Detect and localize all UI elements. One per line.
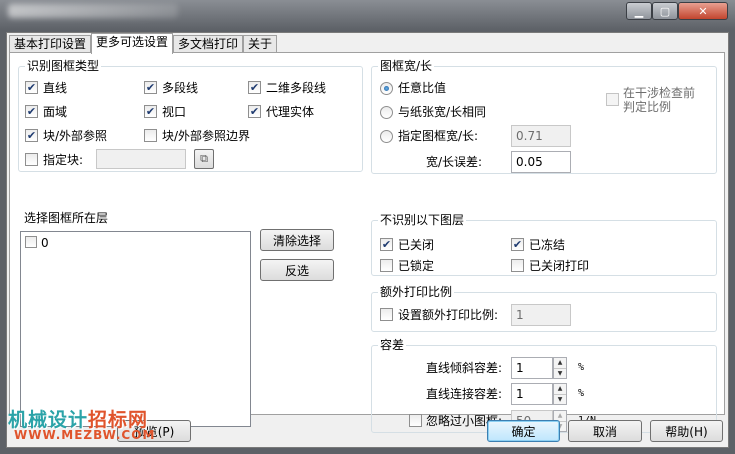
checkbox-2d-polyline-label: 二维多段线 bbox=[266, 81, 327, 95]
checkbox-block-xref-label: 块/外部参照 bbox=[43, 129, 108, 143]
tab-strip: 基本打印设置 更多可选设置 多文档打印 关于 bbox=[9, 33, 278, 54]
checkbox-layer-0[interactable] bbox=[25, 236, 37, 248]
checkbox-specify-block[interactable] bbox=[25, 153, 38, 166]
dialog-window: ▁ ▢ ✕ 基本打印设置 更多可选设置 多文档打印 关于 识别图框类型 ✔ 直线… bbox=[0, 0, 735, 454]
frame-types-group: 识别图框类型 ✔ 直线 ✔ 多段线 ✔ 二维多段线 ✔ 面域 ✔ 视口 ✔ 代理… bbox=[18, 59, 363, 172]
maximize-button[interactable]: ▢ bbox=[652, 2, 678, 20]
radio-any-ratio-label: 任意比值 bbox=[398, 81, 447, 95]
checkbox-region[interactable]: ✔ bbox=[25, 105, 38, 118]
checkbox-layer-frozen-label: 已冻结 bbox=[529, 238, 566, 252]
spin-up-icon[interactable]: ▲ bbox=[554, 384, 566, 395]
ignore-layers-title: 不识别以下图层 bbox=[378, 213, 467, 227]
spin-up-icon[interactable]: ▲ bbox=[554, 358, 566, 369]
specify-block-label: 指定块: bbox=[43, 153, 84, 167]
checkbox-layer-locked-label: 已锁定 bbox=[398, 259, 435, 273]
checkbox-viewport-label: 视口 bbox=[162, 105, 187, 119]
line-tilt-field[interactable]: 1 bbox=[511, 357, 553, 379]
extra-scale-group: 额外打印比例 设置额外打印比例: 1 bbox=[371, 285, 717, 332]
watermark-url: WWW.MEZBW.COM bbox=[14, 428, 156, 442]
help-button[interactable]: 帮助(H) bbox=[650, 420, 723, 442]
checkbox-polyline[interactable]: ✔ bbox=[144, 81, 157, 94]
spin-down-icon[interactable]: ▼ bbox=[554, 369, 566, 379]
frame-ratio-group: 图框宽/长 任意比值 与纸张宽/长相同 指定图框宽/长: 0.71 在干涉检查前… bbox=[371, 59, 717, 174]
extra-scale-field[interactable]: 1 bbox=[511, 304, 571, 326]
checkbox-layer-noplot[interactable] bbox=[511, 259, 524, 272]
ratio-value-field[interactable]: 0.71 bbox=[511, 125, 571, 147]
checkbox-extra-scale[interactable] bbox=[380, 308, 393, 321]
line-join-spinner[interactable]: ▲ ▼ bbox=[553, 383, 567, 405]
checkbox-layer-noplot-label: 已关闭打印 bbox=[529, 259, 590, 273]
layers-title: 选择图框所在层 bbox=[22, 211, 111, 225]
title-bar: ▁ ▢ ✕ bbox=[0, 0, 735, 24]
line-tilt-spinner[interactable]: ▲ ▼ bbox=[553, 357, 567, 379]
checkbox-line[interactable]: ✔ bbox=[25, 81, 38, 94]
invert-selection-button[interactable]: 反选 bbox=[260, 259, 334, 281]
checkbox-block-xref[interactable]: ✔ bbox=[25, 129, 38, 142]
line-tilt-label: 直线倾斜容差: bbox=[426, 361, 503, 375]
line-join-label: 直线连接容差: bbox=[426, 387, 503, 401]
layer-0-label: 0 bbox=[41, 236, 49, 250]
ratio-error-label: 宽/长误差: bbox=[426, 155, 483, 169]
minimize-button[interactable]: ▁ bbox=[626, 2, 652, 20]
checkbox-layer-frozen[interactable]: ✔ bbox=[511, 238, 524, 251]
radio-specify-ratio[interactable] bbox=[380, 130, 393, 143]
spin-down-icon[interactable]: ▼ bbox=[554, 395, 566, 405]
ok-button[interactable]: 确定 bbox=[487, 420, 560, 442]
extra-scale-title: 额外打印比例 bbox=[378, 285, 455, 299]
tolerance-title: 容差 bbox=[378, 338, 407, 352]
blurred-title bbox=[8, 4, 178, 18]
radio-same-as-paper[interactable] bbox=[380, 106, 393, 119]
checkbox-viewport[interactable]: ✔ bbox=[144, 105, 157, 118]
cancel-button[interactable]: 取消 bbox=[568, 420, 642, 442]
tab-panel-more-options: 识别图框类型 ✔ 直线 ✔ 多段线 ✔ 二维多段线 ✔ 面域 ✔ 视口 ✔ 代理… bbox=[9, 52, 725, 433]
checkbox-block-xref-boundary-label: 块/外部参照边界 bbox=[162, 129, 251, 143]
specify-block-field[interactable] bbox=[96, 149, 186, 169]
checkbox-interference-check[interactable] bbox=[606, 93, 619, 106]
checkbox-polyline-label: 多段线 bbox=[162, 81, 199, 95]
checkbox-layer-off[interactable]: ✔ bbox=[380, 238, 393, 251]
frame-ratio-title: 图框宽/长 bbox=[378, 59, 435, 73]
radio-any-ratio[interactable] bbox=[380, 82, 393, 95]
list-item[interactable]: 0 bbox=[25, 236, 85, 250]
checkbox-layer-off-label: 已关闭 bbox=[398, 238, 435, 252]
checkbox-proxy-entity-label: 代理实体 bbox=[266, 105, 315, 119]
layer-list[interactable]: 0 bbox=[20, 231, 251, 427]
checkbox-ignore-small[interactable] bbox=[409, 414, 422, 427]
tab-basic-print-settings[interactable]: 基本打印设置 bbox=[9, 35, 92, 53]
line-join-field[interactable]: 1 bbox=[511, 383, 553, 405]
line-join-unit: % bbox=[578, 388, 585, 399]
checkbox-line-label: 直线 bbox=[43, 81, 68, 95]
close-icon: ✕ bbox=[698, 4, 708, 18]
pick-block-button[interactable]: ⧉ bbox=[194, 149, 214, 169]
tab-about[interactable]: 关于 bbox=[243, 35, 278, 53]
line-tilt-unit: % bbox=[578, 362, 585, 373]
radio-specify-ratio-label: 指定图框宽/长: bbox=[398, 129, 479, 143]
pick-block-icon: ⧉ bbox=[200, 152, 208, 165]
extra-scale-label: 设置额外打印比例: bbox=[398, 308, 499, 322]
checkbox-2d-polyline[interactable]: ✔ bbox=[248, 81, 261, 94]
maximize-icon: ▢ bbox=[659, 4, 671, 18]
interference-check-label: 在干涉检查前判定比例 bbox=[623, 86, 696, 114]
frame-types-title: 识别图框类型 bbox=[25, 59, 102, 73]
checkbox-layer-locked[interactable] bbox=[380, 259, 393, 272]
checkbox-block-xref-boundary[interactable] bbox=[144, 129, 157, 142]
dialog-client-area: 基本打印设置 更多可选设置 多文档打印 关于 识别图框类型 ✔ 直线 ✔ 多段线… bbox=[6, 32, 729, 448]
ignore-layers-group: 不识别以下图层 ✔ 已关闭 ✔ 已冻结 已锁定 已关闭打印 bbox=[371, 213, 717, 276]
checkbox-region-label: 面域 bbox=[43, 105, 68, 119]
tab-more-options[interactable]: 更多可选设置 bbox=[91, 33, 174, 54]
radio-same-as-paper-label: 与纸张宽/长相同 bbox=[398, 105, 487, 119]
close-button[interactable]: ✕ bbox=[678, 2, 728, 20]
layers-group: 选择图框所在层 0 清除选择 反选 bbox=[18, 211, 363, 427]
tab-multi-document-print[interactable]: 多文档打印 bbox=[173, 35, 244, 53]
minimize-icon: ▁ bbox=[634, 4, 644, 18]
clear-selection-button[interactable]: 清除选择 bbox=[260, 229, 334, 251]
checkbox-proxy-entity[interactable]: ✔ bbox=[248, 105, 261, 118]
ratio-error-field[interactable]: 0.05 bbox=[511, 151, 571, 173]
